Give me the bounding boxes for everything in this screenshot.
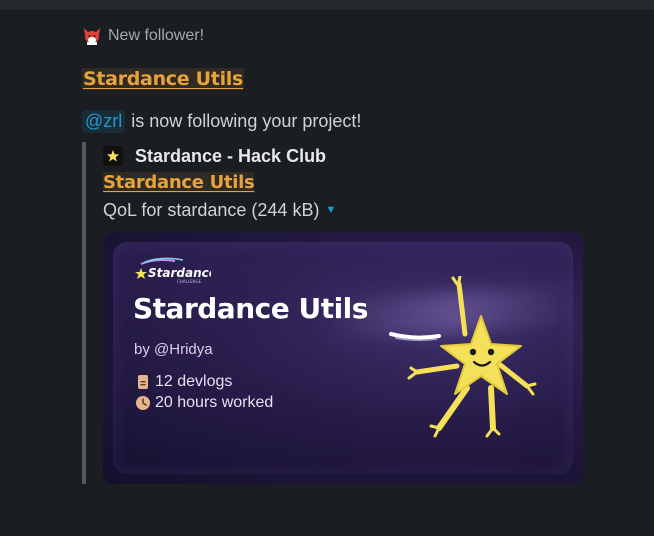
attachment-description: QoL for stardance (244 kB) ▼: [103, 197, 583, 223]
svg-text:CHALLENGE: CHALLENGE: [177, 279, 202, 284]
attachment-header: Stardance - Hack Club: [103, 142, 583, 170]
stardance-logo: Stardance CHALLENGE: [135, 256, 217, 284]
message-context: New follower!: [82, 22, 642, 50]
message: New follower! Stardance Utils @zrl is no…: [82, 22, 642, 484]
description-text: QoL for stardance (244 kB): [103, 199, 320, 220]
app-name: Stardance - Hack Club: [135, 145, 327, 166]
caret-down-icon[interactable]: ▼: [325, 204, 336, 216]
hours-stat: 20 hours worked: [135, 394, 273, 412]
top-bar: [0, 0, 654, 10]
project-title-link[interactable]: Stardance Utils: [82, 68, 245, 90]
clock-icon: [135, 395, 151, 411]
link-attachment: Stardance - Hack Club Stardance Utils Qo…: [82, 142, 583, 484]
follow-line: @zrl is now following your project!: [82, 108, 642, 134]
svg-text:Stardance: Stardance: [148, 266, 211, 280]
preview-card[interactable]: Stardance CHALLENGE Stardance Utils by @…: [103, 232, 583, 484]
document-icon: [135, 374, 151, 390]
fox-emoji-icon: [82, 26, 102, 46]
star-mascot-illustration: [387, 274, 557, 446]
context-text: New follower!: [108, 27, 205, 44]
card-title: Stardance Utils: [133, 292, 368, 325]
attachment-title-link[interactable]: Stardance Utils: [103, 172, 255, 193]
card-author: by @Hridya: [134, 341, 213, 358]
follow-text: is now following your project!: [131, 110, 362, 131]
devlogs-text: 12 devlogs: [155, 373, 233, 390]
app-icon: [103, 146, 123, 166]
hours-text: 20 hours worked: [155, 394, 274, 411]
devlogs-stat: 12 devlogs: [135, 373, 232, 391]
user-mention[interactable]: @zrl: [82, 109, 126, 133]
